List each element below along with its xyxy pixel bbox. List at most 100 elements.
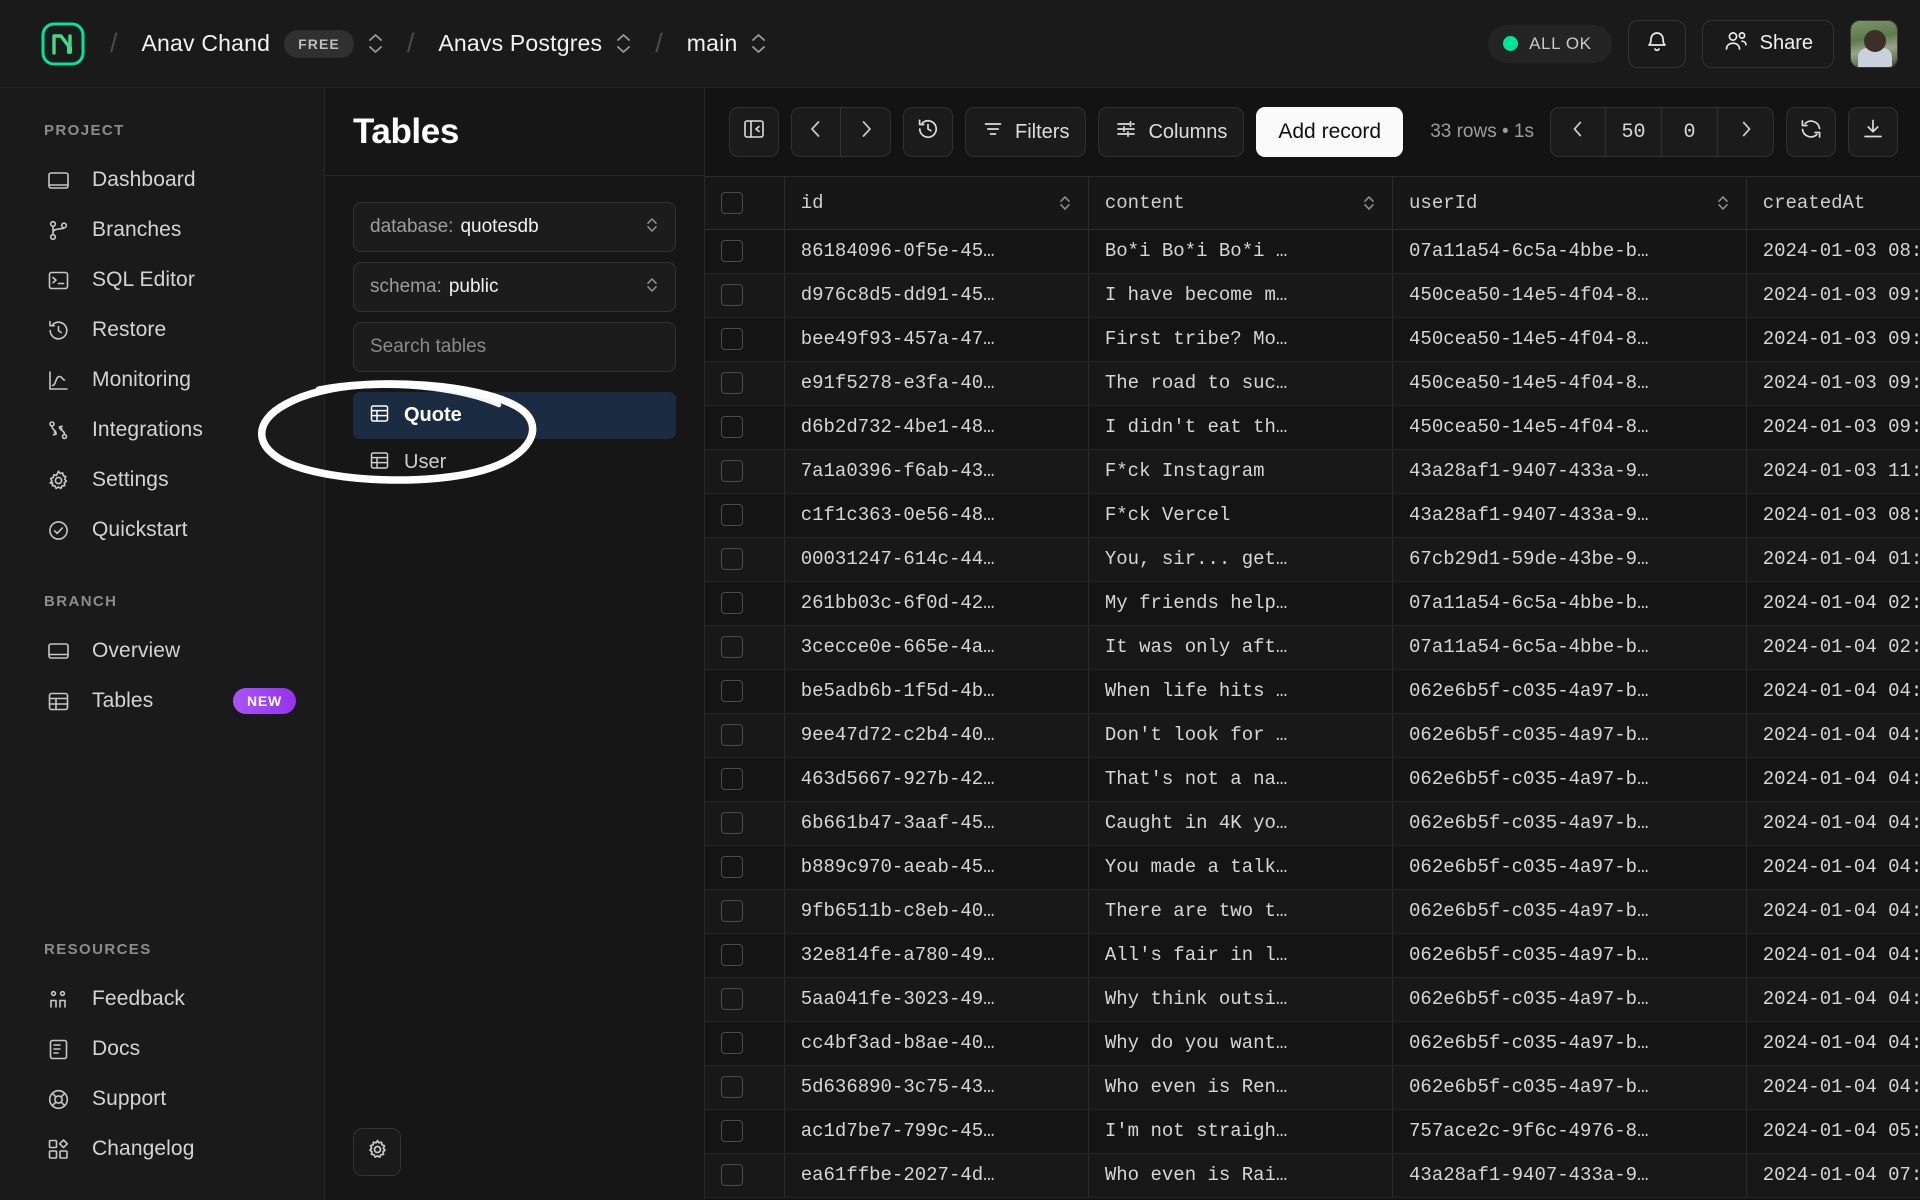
row-select-cell[interactable] bbox=[705, 537, 784, 581]
page-prev-button[interactable] bbox=[1550, 107, 1606, 157]
cell-userId[interactable]: 062e6b5f-c035-4a97-b… bbox=[1393, 713, 1747, 757]
cell-userId[interactable]: 450cea50-14e5-4f04-8… bbox=[1393, 405, 1747, 449]
table-row[interactable]: d6b2d732-4be1-48…I didn't eat th…450cea5… bbox=[705, 405, 1920, 449]
cell-content[interactable]: My friends help… bbox=[1088, 581, 1392, 625]
cell-userId[interactable]: 07a11a54-6c5a-4bbe-b… bbox=[1393, 229, 1747, 273]
chevron-updown-icon[interactable] bbox=[751, 33, 766, 54]
status-badge[interactable]: ALL OK bbox=[1488, 25, 1612, 63]
row-checkbox[interactable] bbox=[721, 988, 743, 1010]
cell-content[interactable]: Why do you want… bbox=[1088, 1021, 1392, 1065]
cell-userId[interactable]: 062e6b5f-c035-4a97-b… bbox=[1393, 801, 1747, 845]
cell-userId[interactable]: 450cea50-14e5-4f04-8… bbox=[1393, 273, 1747, 317]
chevron-updown-icon[interactable] bbox=[616, 33, 631, 54]
table-row[interactable]: 32e814fe-a780-49…All's fair in l…062e6b5… bbox=[705, 933, 1920, 977]
row-checkbox[interactable] bbox=[721, 284, 743, 306]
cell-content[interactable]: That's not a na… bbox=[1088, 757, 1392, 801]
query-history-button[interactable] bbox=[903, 107, 953, 157]
cell-userId[interactable]: 67cb29d1-59de-43be-9… bbox=[1393, 537, 1747, 581]
row-select-cell[interactable] bbox=[705, 361, 784, 405]
row-select-cell[interactable] bbox=[705, 1109, 784, 1153]
table-row[interactable]: be5adb6b-1f5d-4b…When life hits …062e6b5… bbox=[705, 669, 1920, 713]
cell-content[interactable]: F*ck Instagram bbox=[1088, 449, 1392, 493]
row-select-cell[interactable] bbox=[705, 1153, 784, 1197]
row-checkbox[interactable] bbox=[721, 416, 743, 438]
cell-createdAt[interactable]: 2024-01-04 04:13:33.93 bbox=[1746, 713, 1920, 757]
table-row[interactable]: bee49f93-457a-47…First tribe? Mo…450cea5… bbox=[705, 317, 1920, 361]
cell-content[interactable]: Who even is Rai… bbox=[1088, 1153, 1392, 1197]
select-all-checkbox[interactable] bbox=[721, 192, 743, 214]
table-row[interactable]: 86184096-0f5e-45…Bo*i Bo*i Bo*i …07a11a5… bbox=[705, 229, 1920, 273]
cell-id[interactable]: b889c970-aeab-45… bbox=[784, 845, 1088, 889]
row-checkbox[interactable] bbox=[721, 724, 743, 746]
table-row[interactable]: e91f5278-e3fa-40…The road to suc…450cea5… bbox=[705, 361, 1920, 405]
filters-button[interactable]: Filters bbox=[965, 107, 1086, 157]
row-checkbox[interactable] bbox=[721, 240, 743, 262]
sidebar-item-overview[interactable]: Overview bbox=[16, 626, 308, 676]
row-checkbox[interactable] bbox=[721, 768, 743, 790]
cell-userId[interactable]: 062e6b5f-c035-4a97-b… bbox=[1393, 1065, 1747, 1109]
cell-id[interactable]: 9fb6511b-c8eb-40… bbox=[784, 889, 1088, 933]
cell-id[interactable]: c1f1c363-0e56-48… bbox=[784, 493, 1088, 537]
cell-createdAt[interactable]: 2024-01-04 07:22:40.303 bbox=[1746, 1153, 1920, 1197]
cell-content[interactable]: There are two t… bbox=[1088, 889, 1392, 933]
share-button[interactable]: Share bbox=[1702, 20, 1834, 68]
sidebar-item-feedback[interactable]: Feedback bbox=[16, 974, 308, 1024]
cell-createdAt[interactable]: 2024-01-04 04:19:09.978 bbox=[1746, 1021, 1920, 1065]
cell-id[interactable]: 463d5667-927b-42… bbox=[784, 757, 1088, 801]
cell-id[interactable]: be5adb6b-1f5d-4b… bbox=[784, 669, 1088, 713]
chevron-updown-icon[interactable] bbox=[368, 33, 383, 54]
cell-userId[interactable]: 07a11a54-6c5a-4bbe-b… bbox=[1393, 625, 1747, 669]
cell-createdAt[interactable]: 2024-01-04 04:19:24.247 bbox=[1746, 1065, 1920, 1109]
row-select-cell[interactable] bbox=[705, 405, 784, 449]
sort-updown-icon[interactable] bbox=[1362, 193, 1376, 213]
sidebar-item-integrations[interactable]: Integrations bbox=[16, 405, 308, 455]
refresh-button[interactable] bbox=[1786, 107, 1836, 157]
cell-createdAt[interactable]: 2024-01-03 09:26:56.144 bbox=[1746, 317, 1920, 361]
cell-userId[interactable]: 43a28af1-9407-433a-9… bbox=[1393, 493, 1747, 537]
notifications-button[interactable] bbox=[1628, 20, 1686, 68]
cell-content[interactable]: It was only aft… bbox=[1088, 625, 1392, 669]
cell-id[interactable]: 6b661b47-3aaf-45… bbox=[784, 801, 1088, 845]
breadcrumb-branch[interactable]: main bbox=[687, 30, 767, 57]
table-row[interactable]: ea61ffbe-2027-4d…Who even is Rai…43a28af… bbox=[705, 1153, 1920, 1197]
cell-createdAt[interactable]: 2024-01-04 04:18:45.309 bbox=[1746, 977, 1920, 1021]
row-checkbox[interactable] bbox=[721, 812, 743, 834]
table-row[interactable]: d976c8d5-dd91-45…I have become m…450cea5… bbox=[705, 273, 1920, 317]
cell-createdAt[interactable]: 2024-01-03 09:26:25.114 bbox=[1746, 273, 1920, 317]
cell-id[interactable]: 5aa041fe-3023-49… bbox=[784, 977, 1088, 1021]
row-checkbox[interactable] bbox=[721, 328, 743, 350]
cell-id[interactable]: 9ee47d72-c2b4-40… bbox=[784, 713, 1088, 757]
row-checkbox[interactable] bbox=[721, 1120, 743, 1142]
sidebar-item-sql-editor[interactable]: SQL Editor bbox=[16, 255, 308, 305]
row-checkbox[interactable] bbox=[721, 372, 743, 394]
row-checkbox[interactable] bbox=[721, 636, 743, 658]
cell-userId[interactable]: 062e6b5f-c035-4a97-b… bbox=[1393, 845, 1747, 889]
columns-button[interactable]: Columns bbox=[1098, 107, 1244, 157]
cell-id[interactable]: 5d636890-3c75-43… bbox=[784, 1065, 1088, 1109]
avatar[interactable] bbox=[1850, 20, 1898, 68]
cell-createdAt[interactable]: 2024-01-04 02:02:28.415 bbox=[1746, 581, 1920, 625]
column-header-content[interactable]: content bbox=[1088, 177, 1392, 229]
row-checkbox[interactable] bbox=[721, 856, 743, 878]
row-select-cell[interactable] bbox=[705, 1065, 784, 1109]
select-all-header[interactable] bbox=[705, 177, 784, 229]
sidebar-item-changelog[interactable]: Changelog bbox=[16, 1124, 308, 1174]
cell-createdAt[interactable]: 2024-01-04 04:13:56.459 bbox=[1746, 757, 1920, 801]
cell-userId[interactable]: 062e6b5f-c035-4a97-b… bbox=[1393, 757, 1747, 801]
sidebar-item-branches[interactable]: Branches bbox=[16, 205, 308, 255]
cell-content[interactable]: You made a talk… bbox=[1088, 845, 1392, 889]
row-select-cell[interactable] bbox=[705, 625, 784, 669]
column-header-id[interactable]: id bbox=[784, 177, 1088, 229]
row-select-cell[interactable] bbox=[705, 757, 784, 801]
cell-id[interactable]: d976c8d5-dd91-45… bbox=[784, 273, 1088, 317]
cell-content[interactable]: When life hits … bbox=[1088, 669, 1392, 713]
cell-content[interactable]: You, sir... get… bbox=[1088, 537, 1392, 581]
history-next-button[interactable] bbox=[841, 107, 891, 157]
table-list-item-user[interactable]: User bbox=[353, 439, 676, 486]
cell-id[interactable]: 86184096-0f5e-45… bbox=[784, 229, 1088, 273]
cell-userId[interactable]: 757ace2c-9f6c-4976-8… bbox=[1393, 1109, 1747, 1153]
sidebar-item-monitoring[interactable]: Monitoring bbox=[16, 355, 308, 405]
cell-id[interactable]: bee49f93-457a-47… bbox=[784, 317, 1088, 361]
row-select-cell[interactable] bbox=[705, 317, 784, 361]
cell-userId[interactable]: 062e6b5f-c035-4a97-b… bbox=[1393, 669, 1747, 713]
